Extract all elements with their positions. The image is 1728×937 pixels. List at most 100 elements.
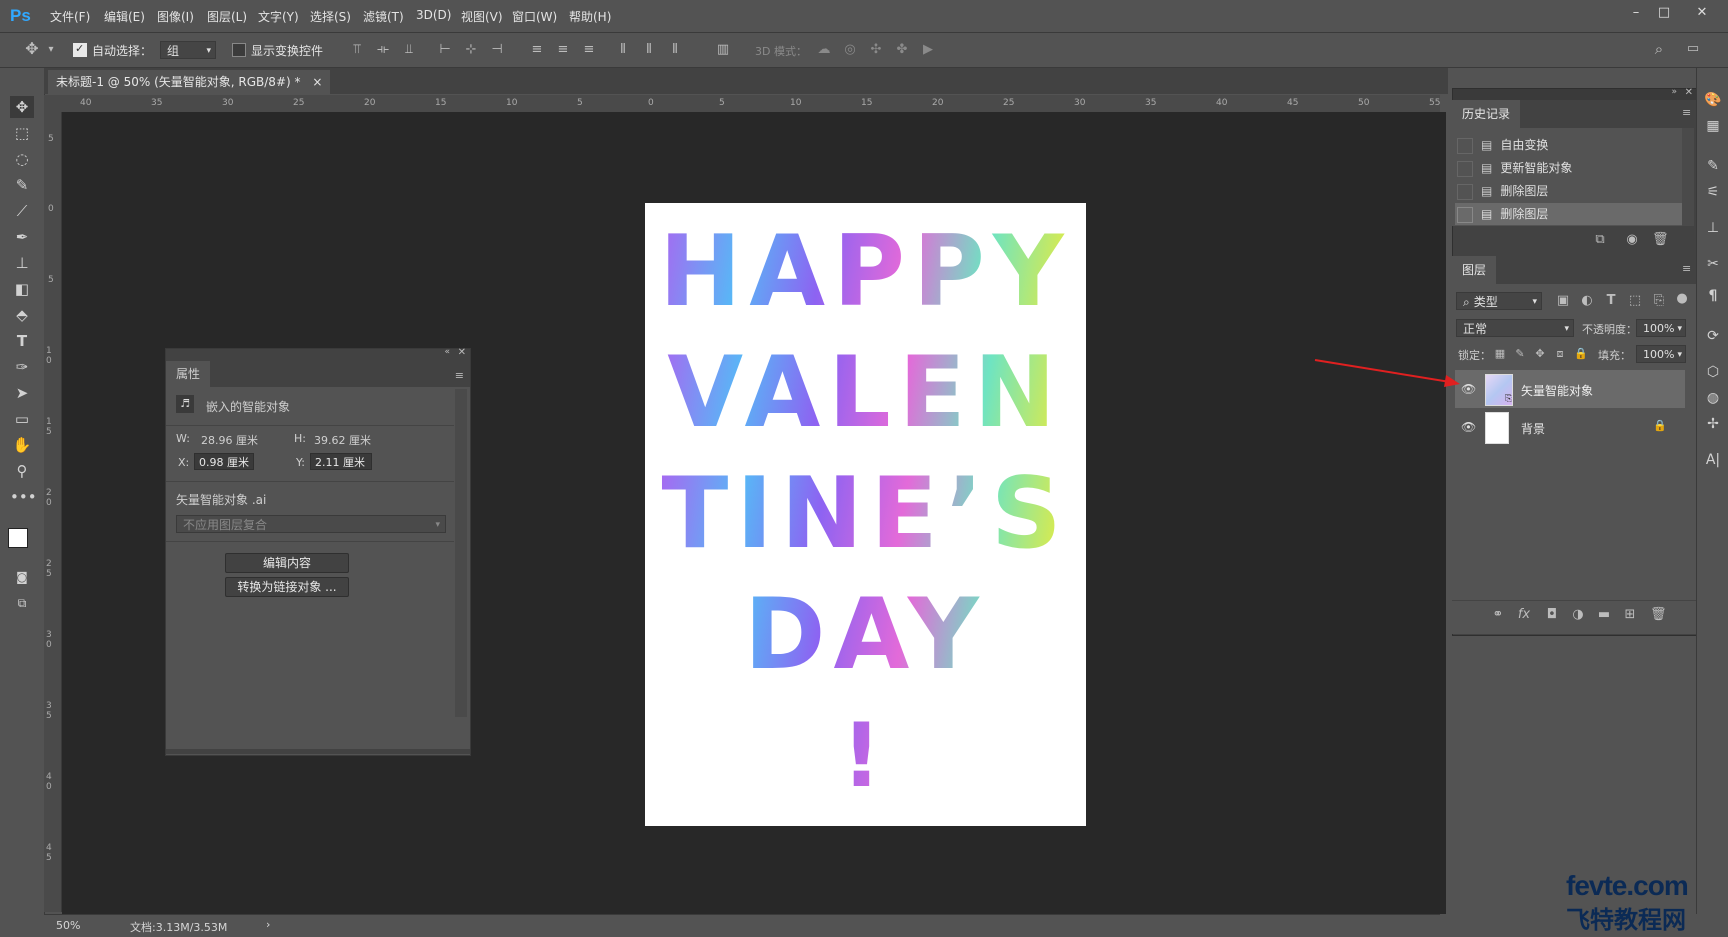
new-document-from-state-icon[interactable]: ⧉: [1592, 232, 1608, 248]
history-tab[interactable]: 历史记录: [1452, 100, 1521, 128]
path-select-tool[interactable]: ➤: [10, 382, 34, 404]
character-panel-icon[interactable]: A|: [1703, 450, 1723, 470]
history-item[interactable]: ▤ 删除图层: [1455, 180, 1685, 202]
trash-icon[interactable]: 🗑: [1650, 607, 1667, 623]
auto-align-icon[interactable]: ▥: [716, 42, 730, 58]
layer-comp-dropdown[interactable]: 不应用图层复合 ▾: [176, 515, 446, 533]
close-tab-icon[interactable]: ×: [312, 75, 322, 89]
history-brush-source[interactable]: [1457, 206, 1473, 223]
menu-type[interactable]: 文字(Y): [258, 8, 299, 25]
layer-name[interactable]: 背景: [1521, 420, 1545, 437]
document-size[interactable]: 文档:3.13M/3.53M: [130, 919, 227, 935]
lock-pixels-icon[interactable]: ✎: [1514, 346, 1526, 362]
menu-filter[interactable]: 滤镜(T): [363, 8, 404, 25]
channels-panel-icon[interactable]: ◍: [1703, 388, 1723, 408]
rectangle-tool[interactable]: ▭: [10, 408, 34, 430]
auto-select-checkbox[interactable]: [73, 42, 87, 57]
minimize-icon[interactable]: –: [1624, 3, 1648, 23]
menu-window[interactable]: 窗口(W): [512, 8, 557, 25]
properties-tab[interactable]: 属性: [166, 361, 211, 387]
lock-artboard-icon[interactable]: ⧈: [1554, 346, 1566, 362]
eyedropper-tool[interactable]: ⟋: [10, 200, 34, 222]
fill-input[interactable]: 100% ▾: [1636, 345, 1686, 363]
align-left-icon[interactable]: ⊢: [438, 42, 452, 58]
3d-slide-icon[interactable]: ✤: [894, 42, 910, 58]
panel-title-bar[interactable]: « ✕: [166, 347, 470, 361]
search-icon[interactable]: ⌕: [1650, 41, 1668, 57]
filter-adjustment-icon[interactable]: ◐: [1580, 293, 1594, 309]
swatches-panel-icon[interactable]: ▦: [1703, 116, 1723, 136]
stamp-tool[interactable]: ⊥: [10, 252, 34, 274]
blend-mode-dropdown[interactable]: 正常 ▾: [1456, 319, 1574, 337]
align-right-icon[interactable]: ⊣: [490, 42, 504, 58]
align-vcenter-icon[interactable]: ⟛: [376, 42, 390, 58]
move-tool-icon[interactable]: ✥: [22, 41, 42, 57]
w-value[interactable]: 28.96 厘米: [201, 432, 258, 448]
marquee-tool[interactable]: ⬚: [10, 122, 34, 144]
panel-menu-icon[interactable]: ≡: [1682, 106, 1691, 119]
panel-menu-icon[interactable]: ≡: [1682, 262, 1691, 275]
pen-tool[interactable]: ✑: [10, 356, 34, 378]
brush-panel-icon[interactable]: ✎: [1703, 156, 1723, 176]
opacity-input[interactable]: 100% ▾: [1636, 319, 1686, 337]
history-item-current[interactable]: ▤ 删除图层: [1455, 203, 1685, 225]
resize-handle[interactable]: [166, 749, 470, 754]
eraser-tool[interactable]: ◧: [10, 278, 34, 300]
gradient-tool[interactable]: ⬘: [10, 304, 34, 326]
document-tab[interactable]: 未标题-1 @ 50% (矢量智能对象, RGB/8#) * ×: [48, 70, 331, 94]
folder-icon[interactable]: ▬: [1596, 607, 1612, 623]
menu-view[interactable]: 视图(V): [461, 8, 503, 25]
3d-roll-icon[interactable]: ◎: [842, 42, 858, 58]
paragraph-panel-icon[interactable]: ¶: [1703, 286, 1723, 306]
paths-panel-icon[interactable]: ✢: [1703, 414, 1723, 434]
menu-select[interactable]: 选择(S): [310, 8, 351, 25]
link-layers-icon[interactable]: ⚭: [1490, 607, 1506, 623]
history-brush-source[interactable]: [1457, 160, 1473, 177]
align-top-icon[interactable]: ⫪: [350, 42, 364, 58]
adjustment-layer-icon[interactable]: ◑: [1570, 607, 1586, 623]
align-bottom-icon[interactable]: ⫫: [402, 42, 416, 58]
panel-menu-icon[interactable]: ≡: [455, 369, 464, 382]
document-canvas[interactable]: HAPPY VALEN TINE’S DAY !: [645, 203, 1086, 826]
filter-smart-object-icon[interactable]: ⎘: [1652, 293, 1666, 309]
layers-tab[interactable]: 图层: [1452, 256, 1497, 284]
menu-help[interactable]: 帮助(H): [569, 8, 611, 25]
history-brush-source[interactable]: [1457, 137, 1473, 154]
menu-layer[interactable]: 图层(L): [207, 8, 247, 25]
visibility-eye-icon[interactable]: 👁: [1461, 420, 1476, 434]
layer-name[interactable]: 矢量智能对象: [1521, 382, 1593, 399]
distribute-bottom-icon[interactable]: ≡: [582, 42, 596, 58]
show-transform-checkbox[interactable]: [232, 43, 246, 57]
filter-toggle-icon[interactable]: ●: [1676, 291, 1688, 307]
quick-mask-icon[interactable]: ◙: [10, 566, 34, 588]
foreground-color-swatch[interactable]: [8, 528, 28, 548]
distribute-top-icon[interactable]: ≡: [530, 42, 544, 58]
clone-source-icon[interactable]: ⊥: [1703, 218, 1723, 238]
adjustments-panel-icon[interactable]: ⚟: [1703, 182, 1723, 202]
filter-type-icon[interactable]: T: [1604, 293, 1618, 309]
camera-icon[interactable]: ◉: [1624, 232, 1640, 248]
convert-to-linked-button[interactable]: 转换为链接对象 ...: [225, 577, 349, 597]
distribute-hcenter-icon[interactable]: ⦀: [642, 42, 656, 58]
hand-tool[interactable]: ✋: [10, 434, 34, 456]
workspace-icon[interactable]: ▭: [1684, 41, 1702, 57]
close-panel-icon[interactable]: ✕: [1685, 87, 1693, 98]
layer-row-selected[interactable]: 👁 ⎘ 矢量智能对象: [1455, 370, 1685, 408]
distribute-vcenter-icon[interactable]: ≡: [556, 42, 570, 58]
auto-select-dropdown[interactable]: 组 ▾: [160, 41, 216, 59]
zoom-level[interactable]: 50%: [56, 919, 80, 932]
lock-position-icon[interactable]: ✥: [1534, 346, 1546, 362]
edit-contents-button[interactable]: 编辑内容: [225, 553, 349, 573]
filter-pixel-icon[interactable]: ▣: [1556, 293, 1570, 309]
screen-mode-icon[interactable]: ⧉: [10, 592, 34, 614]
distribute-right-icon[interactable]: ⦀: [668, 42, 682, 58]
zoom-tool[interactable]: ⚲: [10, 460, 34, 482]
scrollbar[interactable]: [1682, 128, 1694, 226]
add-mask-icon[interactable]: ◘: [1544, 607, 1560, 623]
history-item[interactable]: ▤ 更新智能对象: [1455, 157, 1685, 179]
3d-scale-icon[interactable]: ▶: [920, 42, 936, 58]
history-item[interactable]: ▤ 自由变换: [1455, 134, 1685, 156]
x-input[interactable]: 0.98 厘米: [194, 453, 254, 470]
h-value[interactable]: 39.62 厘米: [314, 432, 371, 448]
layer-row[interactable]: 👁 背景 🔒: [1455, 408, 1685, 446]
